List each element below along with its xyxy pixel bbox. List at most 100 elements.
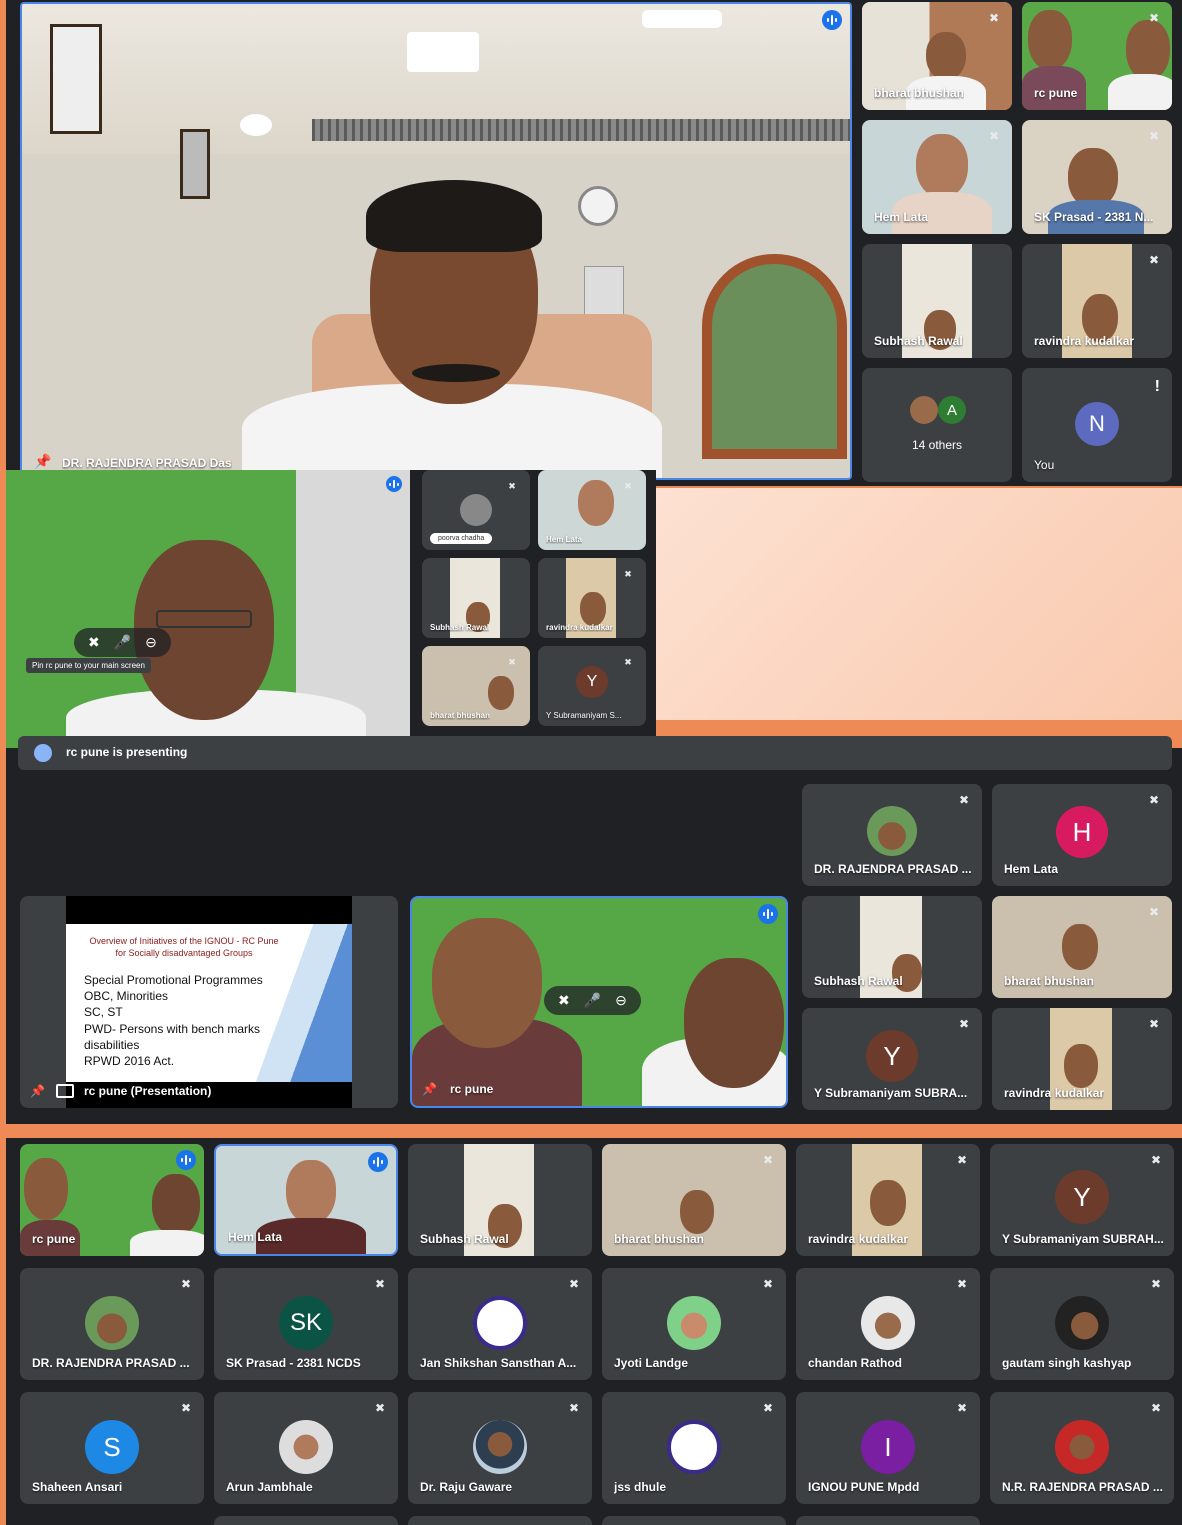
face (24, 1158, 68, 1220)
participant-tile[interactable]: bharat bhushan ✖ (422, 646, 530, 726)
participant-tile[interactable]: rc pune (20, 1144, 204, 1256)
participant-tile[interactable] (408, 1516, 592, 1525)
participant-name: Subhash Rawal (874, 334, 963, 348)
mic-off-icon: ✖ (624, 480, 632, 491)
main-video-tile[interactable]: 📌 DR. RAJENDRA PRASAD Das (20, 2, 852, 480)
self-tile[interactable]: N You ! (1022, 368, 1172, 482)
participant-tile[interactable]: DR. RAJENDRA PRASAD ... ✖ (802, 784, 982, 886)
pin-icon[interactable]: ✖ (558, 992, 570, 1009)
participant-name: Y Subramaniyam SUBRAH... (1002, 1232, 1164, 1246)
pin-icon[interactable]: 📌 (422, 1082, 437, 1096)
face (152, 1174, 200, 1236)
avatar-photo (85, 1296, 139, 1350)
participant-tile[interactable]: gautam singh kashyap ✖ (990, 1268, 1174, 1380)
face (1064, 1044, 1098, 1088)
participant-tile[interactable]: Subhash Rawal (862, 244, 1012, 358)
speaker-figure (242, 174, 662, 478)
slide-bullets: Special Promotional Programmes OBC, Mino… (84, 972, 294, 1069)
participant-name: ravindra kudalkar (1004, 1086, 1105, 1100)
screenshot-3-panel: rc pune is presenting Overview of Initia… (6, 736, 1182, 1124)
participant-name: DR. RAJENDRA PRASAD ... (814, 862, 972, 876)
ceiling-light (240, 114, 272, 136)
participant-tile[interactable] (602, 1516, 786, 1525)
participant-tile[interactable]: Subhash Rawal (422, 558, 530, 638)
avatar-initial: I (861, 1420, 915, 1474)
pin-icon[interactable]: 📌 (30, 1084, 45, 1098)
avatar-photo (867, 806, 917, 856)
pin-icon[interactable]: ✖ (88, 634, 100, 651)
participant-tile[interactable]: rc pune ✖ (1022, 2, 1172, 110)
face (1028, 10, 1072, 70)
participant-tile[interactable]: H Hem Lata ✖ (992, 784, 1172, 886)
participant-tile[interactable]: Hem Lata (214, 1144, 398, 1256)
mustache (412, 364, 500, 382)
participant-tile[interactable] (796, 1516, 980, 1525)
participant-name: ravindra kudalkar (808, 1232, 909, 1246)
participant-tile[interactable]: jss dhule ✖ (602, 1392, 786, 1504)
participant-tile[interactable]: Y Y Subramaniyam SUBRAH... ✖ (990, 1144, 1174, 1256)
participant-tile[interactable]: ravindra kudalkar ✖ (992, 1008, 1172, 1110)
mic-off-icon: ✖ (1148, 253, 1160, 267)
participant-tile[interactable]: ravindra kudalkar ✖ (538, 558, 646, 638)
mic-off-icon: ✖ (762, 1153, 774, 1167)
participant-name: rc pune (1034, 86, 1078, 100)
participant-tile[interactable]: chandan Rathod ✖ (796, 1268, 980, 1380)
participant-tile[interactable]: Jyoti Landge ✖ (602, 1268, 786, 1380)
alert-icon[interactable]: ! (1155, 378, 1160, 396)
participant-name: Y Subramaniyam S... (546, 711, 622, 720)
participant-tile[interactable]: Jan Shikshan Sansthan A... ✖ (408, 1268, 592, 1380)
pin-tooltip: Pin rc pune to your main screen (26, 658, 151, 673)
presentation-tile[interactable]: Overview of Initiatives of the IGNOU - R… (20, 896, 398, 1108)
mic-icon[interactable]: 🎤 (584, 992, 601, 1009)
remove-icon[interactable]: ⊖ (145, 634, 157, 651)
mic-off-icon: ✖ (1148, 11, 1160, 25)
participant-tile[interactable]: Hem Lata ✖ (538, 470, 646, 550)
face (488, 676, 514, 710)
participant-tile[interactable] (214, 1516, 398, 1525)
shirt (130, 1230, 204, 1256)
face (1062, 924, 1098, 970)
face (1126, 20, 1170, 80)
participant-tile[interactable]: Subhash Rawal (408, 1144, 592, 1256)
ac-vent (312, 119, 850, 141)
participant-tile[interactable]: poorva chadha ✖ (422, 470, 530, 550)
participant-tile[interactable]: Arun Jambhale ✖ (214, 1392, 398, 1504)
mic-off-icon: ✖ (180, 1401, 192, 1415)
logo-avatar (473, 1296, 527, 1350)
participant-name: Subhash Rawal (420, 1232, 509, 1246)
pinned-video-tile[interactable]: ✖ 🎤 ⊖ 📌 rc pune (410, 896, 788, 1108)
slide-bullet: Special Promotional Programmes (84, 973, 263, 987)
others-tile[interactable]: A 14 others (862, 368, 1012, 482)
pinned-video-tile[interactable]: ✖ 🎤 ⊖ Pin rc pune to your main screen (6, 470, 410, 748)
participant-tile[interactable]: Dr. Raju Gaware ✖ (408, 1392, 592, 1504)
participant-tile[interactable]: bharat bhushan ✖ (602, 1144, 786, 1256)
mic-off-icon: ✖ (180, 1277, 192, 1291)
pin-icon[interactable]: 📌 (34, 453, 51, 470)
participant-tile[interactable]: bharat bhushan ✖ (992, 896, 1172, 998)
participant-tile[interactable]: I IGNOU PUNE Mpdd ✖ (796, 1392, 980, 1504)
participant-tile[interactable]: N.R. RAJENDRA PRASAD ... ✖ (990, 1392, 1174, 1504)
participant-tile[interactable]: DR. RAJENDRA PRASAD ... ✖ (20, 1268, 204, 1380)
participant-tile[interactable]: bharat bhushan ✖ (862, 2, 1012, 110)
participant-tile[interactable]: ravindra kudalkar ✖ (796, 1144, 980, 1256)
face (580, 592, 606, 626)
participant-tile[interactable]: Y Y Subramaniyam S... ✖ (538, 646, 646, 726)
mic-icon[interactable]: 🎤 (114, 634, 131, 651)
remove-icon[interactable]: ⊖ (615, 992, 627, 1009)
mic-off-icon: ✖ (1150, 1153, 1162, 1167)
participant-tile[interactable]: ravindra kudalkar ✖ (1022, 244, 1172, 358)
participant-tile[interactable]: SK Prasad - 2381 N... ✖ (1022, 120, 1172, 234)
mic-off-icon: ✖ (1150, 1277, 1162, 1291)
participant-name: ravindra kudalkar (546, 623, 613, 632)
participant-tile[interactable]: SK SK Prasad - 2381 NCDS ✖ (214, 1268, 398, 1380)
avatar-initial: H (1056, 806, 1108, 858)
participant-name-chip: poorva chadha (430, 533, 493, 544)
avatar-photo (667, 1296, 721, 1350)
participant-tile[interactable]: Y Y Subramaniyam SUBRA... ✖ (802, 1008, 982, 1110)
slide-bullet: PWD- Persons with bench marks disabiliti… (84, 1021, 261, 1052)
participant-tile[interactable]: Subhash Rawal (802, 896, 982, 998)
face (680, 1190, 714, 1234)
participant-name: Jyoti Landge (614, 1356, 689, 1370)
participant-tile[interactable]: S Shaheen Ansari ✖ (20, 1392, 204, 1504)
participant-tile[interactable]: Hem Lata ✖ (862, 120, 1012, 234)
